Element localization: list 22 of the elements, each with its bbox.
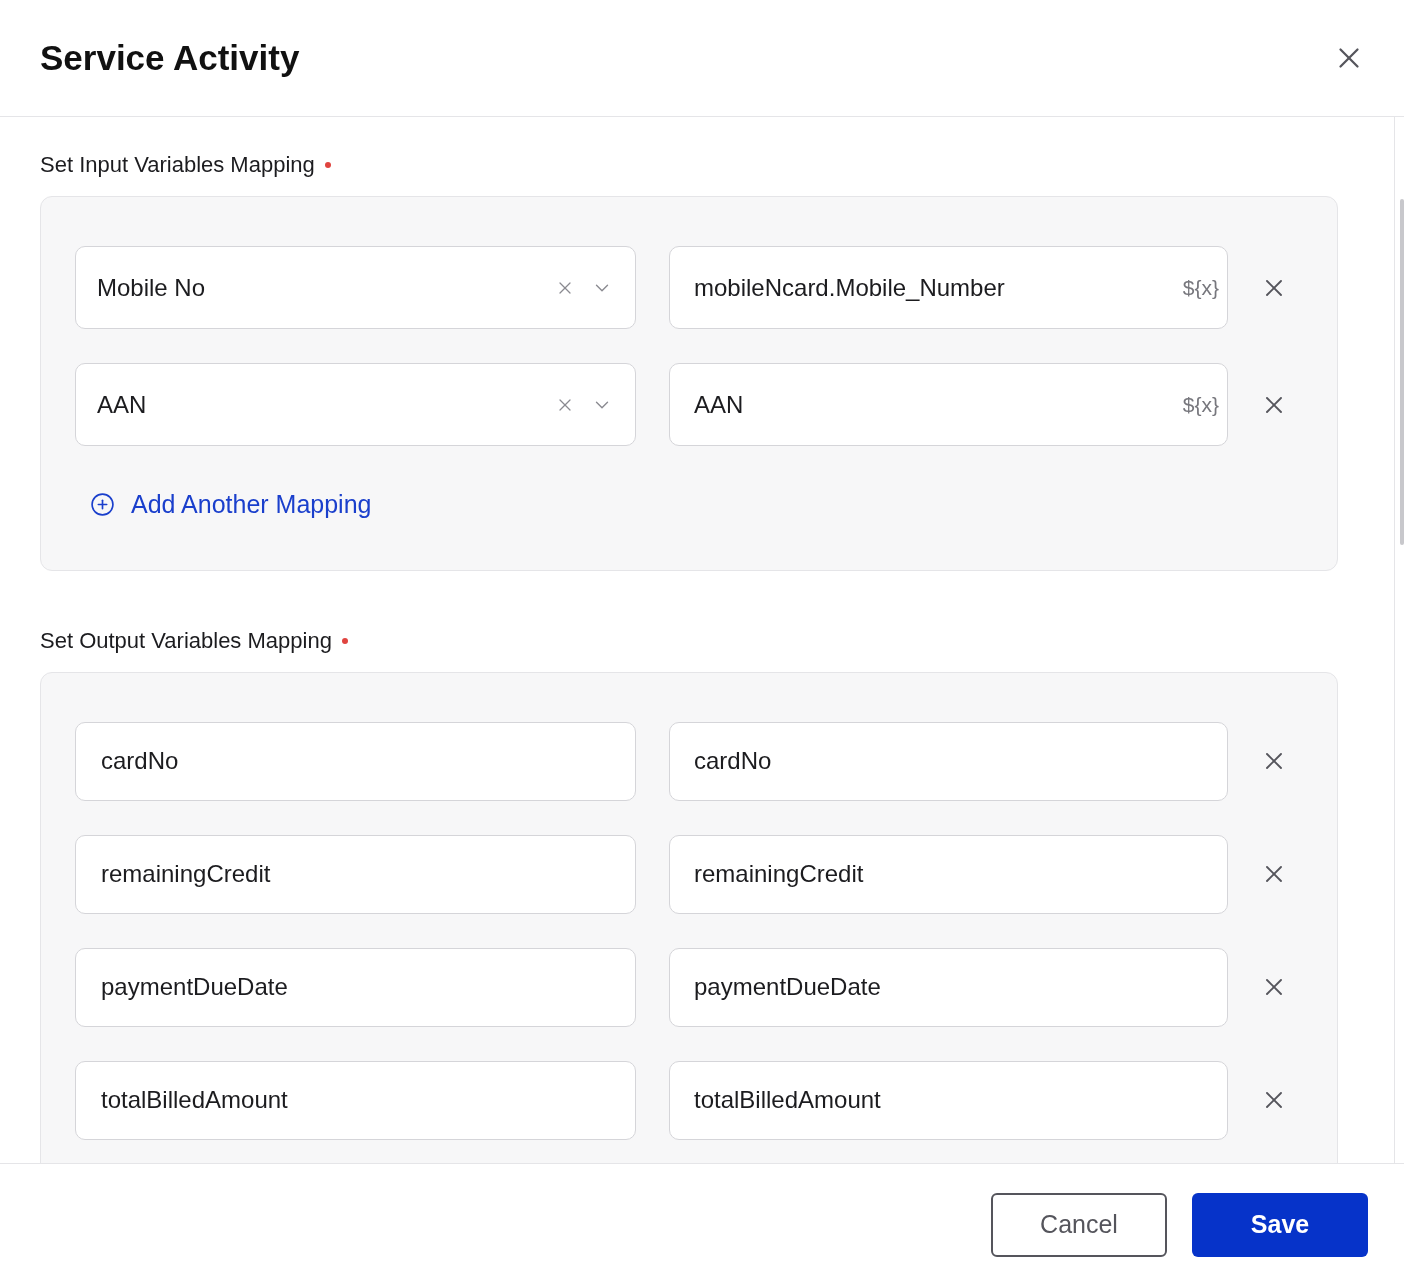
target-field[interactable]: remainingCredit (669, 834, 1228, 914)
target-field[interactable]: cardNo (669, 721, 1228, 801)
save-button[interactable]: Save (1192, 1193, 1368, 1257)
source-field[interactable]: totalBilledAmount (75, 1060, 636, 1140)
value-field[interactable]: AAN ${x} (669, 363, 1228, 446)
dialog-title: Service Activity (40, 36, 300, 79)
add-mapping-link[interactable]: Add Another Mapping (90, 486, 372, 524)
value-field[interactable]: mobileNcard.Mobile_Number ${x} (669, 246, 1228, 329)
scrollbar-thumb[interactable] (1400, 199, 1404, 545)
target-field[interactable]: paymentDueDate (669, 947, 1228, 1027)
variable-insert-button[interactable]: ${x} (1182, 271, 1219, 304)
variable-insert-button[interactable]: ${x} (1182, 388, 1219, 421)
plus-circle-icon (90, 492, 115, 518)
variable-select[interactable]: AAN (75, 363, 636, 446)
source-field[interactable]: paymentDueDate (75, 947, 636, 1027)
section-label: Set Input Variables Mapping (40, 151, 315, 179)
source-field[interactable]: cardNo (75, 721, 636, 801)
variable-select[interactable]: Mobile No (75, 246, 636, 329)
section-label: Set Output Variables Mapping (40, 626, 332, 655)
cancel-button[interactable]: Cancel (991, 1193, 1167, 1257)
target-field[interactable]: totalBilledAmount (669, 1060, 1228, 1140)
source-field[interactable]: remainingCredit (75, 834, 636, 914)
